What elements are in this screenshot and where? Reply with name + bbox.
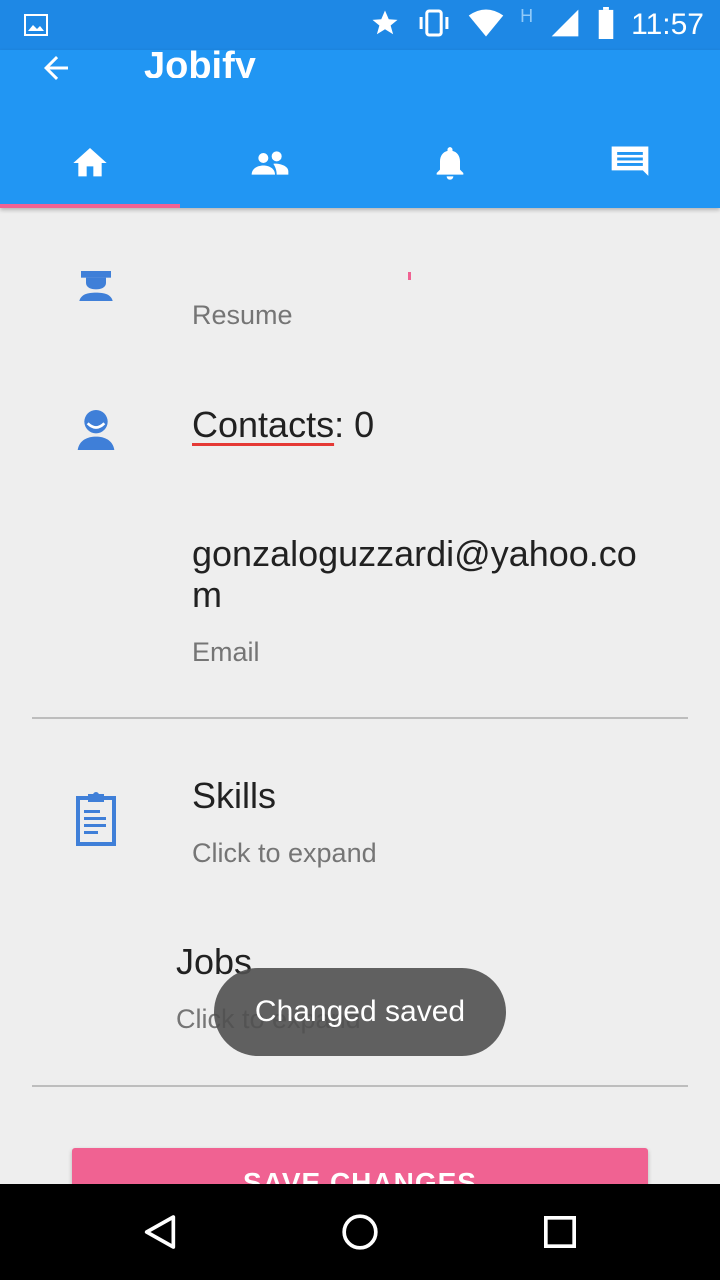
skills-subtitle: Click to expand	[192, 838, 377, 868]
wifi-icon	[468, 8, 504, 43]
clipboard-icon	[76, 792, 116, 851]
recents-nav-icon[interactable]	[540, 1212, 580, 1257]
contacts-count: : 0	[334, 404, 375, 445]
resume-label: Resume	[192, 300, 293, 330]
vibrate-icon	[416, 8, 452, 43]
signal-icon	[549, 7, 581, 44]
email-label: Email	[192, 637, 260, 667]
tab-messages[interactable]	[540, 122, 720, 208]
people-icon	[248, 143, 292, 188]
resume-icon	[76, 266, 116, 311]
network-type-label: H	[520, 5, 534, 26]
text-cursor	[408, 272, 411, 280]
message-icon	[608, 141, 652, 190]
divider	[32, 1085, 688, 1087]
toast-message: Changed saved	[214, 968, 506, 1056]
app-title: Jobify	[144, 45, 256, 78]
bell-icon	[430, 141, 470, 190]
status-bar: H 11:57	[0, 0, 720, 50]
contacts-text: Contacts: 0	[192, 404, 374, 446]
tab-notifications[interactable]	[360, 122, 540, 208]
contact-icon	[76, 408, 116, 457]
email-value: gonzaloguzzardi@yahoo.com	[192, 533, 637, 615]
contacts-label: Contacts	[192, 404, 335, 445]
skills-title: Skills	[192, 775, 277, 816]
home-nav-icon[interactable]	[340, 1212, 380, 1257]
tab-contacts[interactable]	[180, 122, 360, 208]
divider	[32, 717, 688, 719]
status-time: 11:57	[631, 8, 704, 41]
image-icon	[24, 13, 48, 42]
tab-bar	[0, 122, 720, 208]
battery-icon	[597, 6, 615, 44]
back-button[interactable]	[38, 44, 78, 84]
tab-home[interactable]	[0, 122, 180, 208]
navigation-bar	[0, 1184, 720, 1280]
star-icon	[370, 8, 400, 43]
app-bar: Jobify	[0, 45, 720, 208]
back-nav-icon[interactable]	[140, 1212, 180, 1257]
home-icon	[70, 143, 110, 188]
